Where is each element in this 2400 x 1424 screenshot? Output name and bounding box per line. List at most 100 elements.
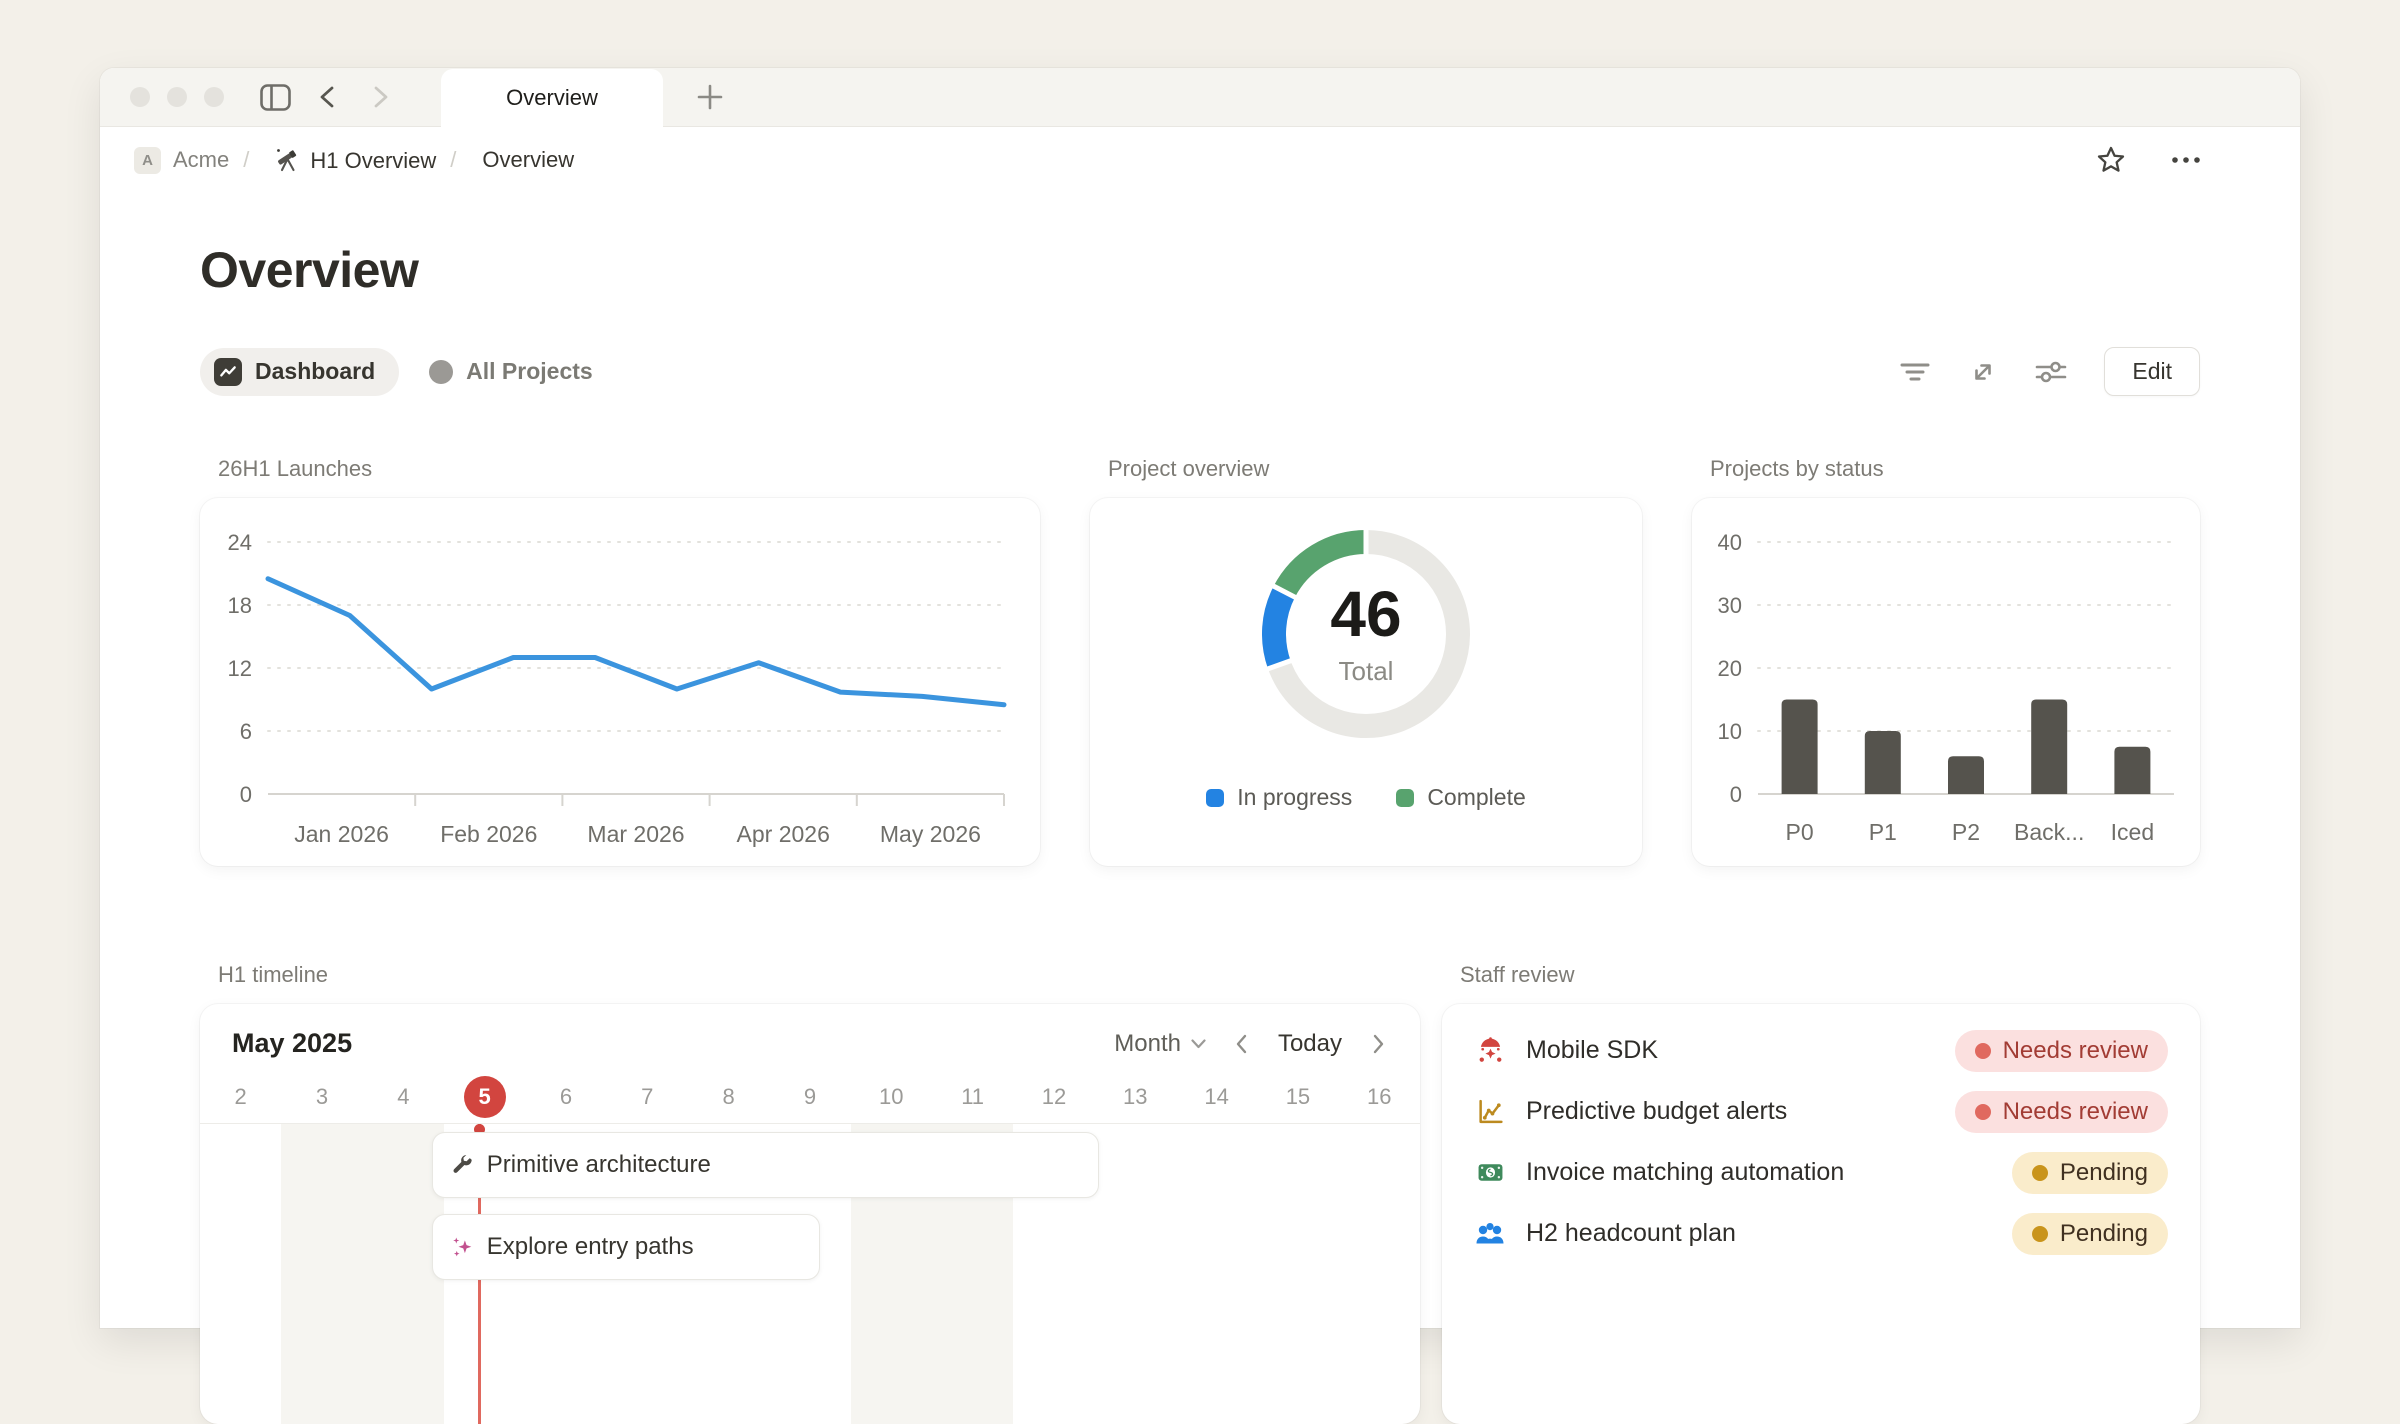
app-window: Overview A Acme / H1 Overview / Overview… — [100, 68, 2300, 1328]
svg-text:20: 20 — [1718, 656, 1742, 681]
day-cell: 7 — [607, 1084, 688, 1110]
widget-label[interactable]: Staff review — [1460, 962, 2200, 988]
timeline-today-button[interactable]: Today — [1278, 1030, 1342, 1058]
forward-icon[interactable] — [365, 82, 395, 112]
chevron-down-icon — [1191, 1039, 1206, 1049]
breadcrumb-item-h1-overview[interactable]: H1 Overview — [275, 146, 436, 174]
widget-staff-review: Staff review Mobile SDKNeeds reviewPredi… — [1442, 962, 2200, 1424]
timeline-item[interactable]: Primitive architecture — [432, 1132, 1099, 1198]
timeline-card[interactable]: May 2025 Month Today — [200, 1004, 1420, 1424]
day-cell: 8 — [688, 1084, 769, 1110]
line-chart-card[interactable]: 06121824Jan 2026Feb 2026Mar 2026Apr 2026… — [200, 498, 1040, 866]
timeline-zoom-select[interactable]: Month — [1114, 1030, 1206, 1058]
svg-text:Jan 2026: Jan 2026 — [294, 821, 389, 847]
staff-item-title: Mobile SDK — [1526, 1036, 1935, 1065]
line-chart: 06121824Jan 2026Feb 2026Mar 2026Apr 2026… — [200, 498, 1040, 866]
svg-text:P0: P0 — [1786, 819, 1814, 845]
donut-chart-card[interactable]: 46 Total In progress Complete — [1090, 498, 1642, 866]
timeline-prev-icon[interactable] — [1232, 1032, 1252, 1056]
widget-label[interactable]: 26H1 Launches — [218, 456, 1040, 482]
status-badge[interactable]: Pending — [2012, 1213, 2168, 1255]
legend-swatch-green — [1396, 789, 1414, 807]
tab-dashboard[interactable]: Dashboard — [200, 348, 399, 396]
widget-label[interactable]: H1 timeline — [218, 962, 1420, 988]
mobile-sdk-icon — [1474, 1037, 1506, 1064]
close-window-icon[interactable] — [130, 87, 150, 107]
status-dot-icon — [1975, 1104, 1991, 1120]
status-badge[interactable]: Needs review — [1955, 1091, 2168, 1133]
favorite-star-icon[interactable] — [2096, 145, 2126, 175]
svg-text:0: 0 — [240, 782, 252, 807]
wrench-icon — [451, 1154, 474, 1177]
staff-item-title: H2 headcount plan — [1526, 1219, 1992, 1248]
expand-icon[interactable] — [1968, 357, 1998, 387]
day-cell: 5 — [444, 1076, 525, 1118]
breadcrumb-separator: / — [450, 147, 456, 173]
status-dot-icon — [2032, 1226, 2048, 1242]
invoice-icon — [1474, 1159, 1506, 1186]
sidebar-toggle-icon[interactable] — [260, 84, 291, 111]
tab-all-projects-label: All Projects — [466, 358, 593, 385]
bar-chart: 010203040P0P1P2Back...Iced — [1692, 498, 2200, 866]
widget-projects-by-status: Projects by status 010203040P0P1P2Back..… — [1692, 456, 2200, 866]
svg-text:18: 18 — [228, 593, 252, 618]
svg-text:Back...: Back... — [2014, 819, 2084, 845]
status-badge[interactable]: Needs review — [1955, 1030, 2168, 1072]
breadcrumb-item-overview[interactable]: Overview — [482, 147, 574, 173]
staff-review-row[interactable]: H2 headcount plan Pending — [1474, 1203, 2168, 1264]
tab-dashboard-label: Dashboard — [255, 358, 375, 385]
staff-review-row[interactable]: Predictive budget alerts Needs review — [1474, 1081, 2168, 1142]
staff-review-row[interactable]: Mobile SDK Needs review — [1474, 1020, 2168, 1081]
status-label: Pending — [2060, 1159, 2148, 1187]
more-options-icon[interactable] — [2170, 155, 2202, 165]
staff-review-row[interactable]: Invoice matching automationPending — [1474, 1142, 2168, 1203]
breadcrumb: A Acme / H1 Overview / Overview — [100, 127, 2300, 193]
timeline-item[interactable]: Explore entry paths — [432, 1214, 820, 1280]
widget-label[interactable]: Projects by status — [1710, 456, 2200, 482]
svg-text:6: 6 — [240, 719, 252, 744]
status-label: Needs review — [2003, 1037, 2148, 1065]
edit-button[interactable]: Edit — [2104, 347, 2200, 396]
widget-timeline: H1 timeline May 2025 Month Toda — [200, 962, 1420, 1424]
donut-total-caption: Total — [1339, 656, 1394, 687]
workspace-avatar[interactable]: A — [134, 147, 161, 174]
svg-text:Mar 2026: Mar 2026 — [587, 821, 684, 847]
breadcrumb-workspace[interactable]: Acme — [173, 147, 229, 173]
window-chrome: Overview — [100, 68, 2300, 127]
settings-sliders-icon[interactable] — [2034, 358, 2068, 386]
timeline-days-row: 2345678910111213141516 — [200, 1071, 1420, 1124]
widget-launches: 26H1 Launches 06121824Jan 2026Feb 2026Ma… — [200, 456, 1040, 866]
gray-circle-icon — [429, 360, 453, 384]
svg-text:P1: P1 — [1869, 819, 1897, 845]
day-cell: 15 — [1257, 1084, 1338, 1110]
day-cell: 3 — [281, 1084, 362, 1110]
view-switcher: Dashboard All Projects Edit — [200, 347, 2200, 396]
day-cell: 2 — [200, 1084, 281, 1110]
new-tab-icon[interactable] — [695, 82, 725, 112]
tab-all-projects[interactable]: All Projects — [429, 358, 593, 385]
sparkles-icon — [451, 1236, 474, 1259]
minimize-window-icon[interactable] — [167, 87, 187, 107]
timeline-next-icon[interactable] — [1368, 1032, 1388, 1056]
chart-trend-icon — [214, 358, 242, 386]
donut-legend: In progress Complete — [1206, 784, 1526, 811]
timeline-item-title: Primitive architecture — [487, 1151, 711, 1179]
widget-label[interactable]: Project overview — [1108, 456, 1642, 482]
page-title: Overview — [200, 241, 2200, 299]
staff-review-card[interactable]: Mobile SDKNeeds reviewPredictive budget … — [1442, 1004, 2200, 1424]
svg-text:May 2026: May 2026 — [880, 821, 981, 847]
svg-text:P2: P2 — [1952, 819, 1980, 845]
widget-project-overview: Project overview 46 Total In progress — [1090, 456, 1642, 866]
bar-chart-card[interactable]: 010203040P0P1P2Back...Iced — [1692, 498, 2200, 866]
staff-item-title: Predictive budget alerts — [1526, 1097, 1935, 1126]
svg-text:40: 40 — [1718, 530, 1742, 555]
day-cell: 9 — [769, 1084, 850, 1110]
back-icon[interactable] — [313, 82, 343, 112]
svg-text:Apr 2026: Apr 2026 — [737, 821, 830, 847]
status-badge[interactable]: Pending — [2012, 1152, 2168, 1194]
filter-icon[interactable] — [1898, 359, 1932, 385]
day-cell: 12 — [1013, 1084, 1094, 1110]
zoom-window-icon[interactable] — [204, 87, 224, 107]
tab-overview[interactable]: Overview — [441, 69, 663, 127]
traffic-lights[interactable] — [130, 87, 224, 107]
